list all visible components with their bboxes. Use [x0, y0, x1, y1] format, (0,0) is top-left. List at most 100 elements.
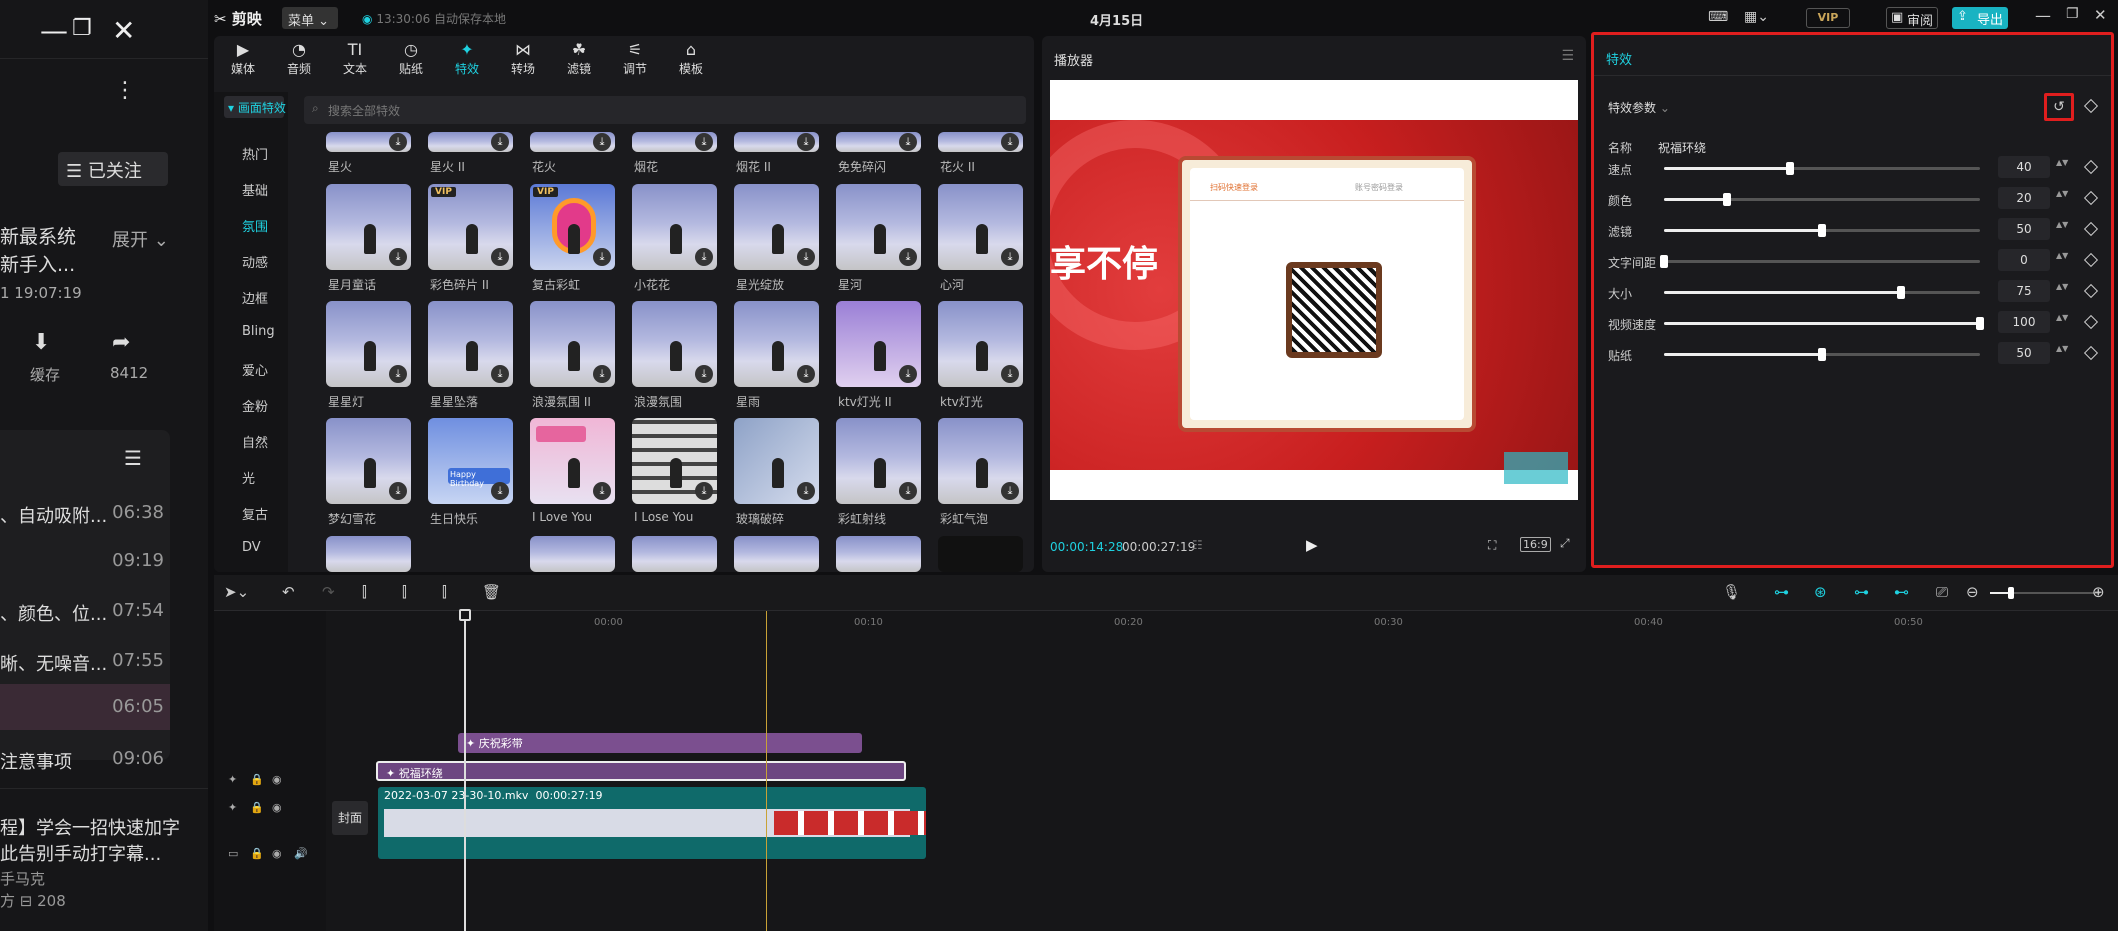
- keyframe-icon[interactable]: [2083, 221, 2099, 237]
- reset-button[interactable]: ↺: [2044, 93, 2074, 121]
- slider-handle[interactable]: [1976, 317, 1984, 330]
- layout-icon[interactable]: ▦⌄: [1744, 9, 1769, 25]
- effect-thumb[interactable]: ⤓: [428, 301, 513, 387]
- tab-adjust[interactable]: ⚟ 调节: [610, 40, 660, 77]
- effect-clip[interactable]: ✦ 庆祝彩带: [458, 733, 862, 753]
- visibility-icon[interactable]: ◉: [272, 847, 282, 860]
- zoom-in-icon[interactable]: ⊕: [2092, 583, 2105, 601]
- download-icon[interactable]: ⤓: [899, 482, 917, 500]
- param-slider[interactable]: [1660, 255, 1980, 268]
- stepper-icon[interactable]: ▲▼: [2056, 158, 2068, 167]
- param-value-input[interactable]: 75: [1998, 280, 2050, 302]
- download-icon[interactable]: ⤓: [491, 133, 509, 151]
- expand-icon[interactable]: ⤢: [1560, 536, 1570, 551]
- stepper-icon[interactable]: ▲▼: [2056, 282, 2068, 291]
- minimize-icon[interactable]: —: [40, 14, 68, 47]
- download-icon[interactable]: ⤓: [1001, 365, 1019, 383]
- effect-thumb[interactable]: ⤓: [530, 418, 615, 504]
- list-icon[interactable]: ☰: [124, 446, 142, 470]
- keyframe-icon[interactable]: [2083, 345, 2099, 361]
- select-tool-icon[interactable]: ➤⌄: [224, 583, 249, 601]
- tab-effects[interactable]: ✦ 特效: [442, 40, 492, 77]
- param-slider[interactable]: [1664, 286, 1980, 299]
- effect-thumb[interactable]: ⤓: [836, 418, 921, 504]
- linkage-icon[interactable]: ⊶: [1854, 583, 1869, 601]
- cover-button[interactable]: 封面: [332, 801, 368, 835]
- download-icon[interactable]: ⤓: [593, 248, 611, 266]
- visibility-icon[interactable]: ◉: [272, 773, 282, 786]
- effect-thumb[interactable]: ⤓: [734, 418, 819, 504]
- effect-thumb[interactable]: ⤓: [326, 132, 411, 152]
- preview-axis-icon[interactable]: ⊷: [1894, 583, 1909, 601]
- video-clip[interactable]: 2022-03-07 23-30-10.mkv 00:00:27:19: [378, 787, 926, 859]
- menu-button[interactable]: 菜单 ⌄: [282, 7, 338, 29]
- effect-thumb[interactable]: ⤓: [632, 132, 717, 152]
- expand-link[interactable]: 展开 ⌄: [112, 226, 169, 252]
- list-item[interactable]: 、颜色、位... 07:54: [0, 588, 170, 634]
- list-item-active[interactable]: 06:05: [0, 684, 170, 730]
- category-gold[interactable]: 金粉: [214, 396, 288, 415]
- param-slider[interactable]: [1664, 348, 1980, 361]
- download-icon[interactable]: ⤓: [389, 482, 407, 500]
- lock-icon[interactable]: 🔒: [250, 847, 264, 860]
- stepper-icon[interactable]: ▲▼: [2056, 189, 2068, 198]
- effect-thumb[interactable]: VIP ⤓: [530, 184, 615, 270]
- category-bling[interactable]: Bling: [214, 324, 288, 339]
- audio-mute-icon[interactable]: 🔊: [294, 847, 308, 860]
- effect-thumb[interactable]: Happy Birthday ⤓: [428, 418, 513, 504]
- close-icon[interactable]: ✕: [2094, 6, 2107, 24]
- effect-thumb[interactable]: [632, 536, 717, 572]
- playhead-handle[interactable]: [459, 609, 471, 621]
- minimize-icon[interactable]: —: [2035, 6, 2051, 25]
- effect-thumb[interactable]: ⤓: [530, 301, 615, 387]
- slider-handle[interactable]: [1818, 224, 1826, 237]
- download-icon[interactable]: ⤓: [491, 248, 509, 266]
- effect-thumb[interactable]: ⤓: [836, 132, 921, 152]
- stepper-icon[interactable]: ▲▼: [2056, 344, 2068, 353]
- stepper-icon[interactable]: ▲▼: [2056, 313, 2068, 322]
- keyframe-icon[interactable]: [2083, 314, 2099, 330]
- tab-template[interactable]: ⌂ 模板: [666, 40, 716, 77]
- screenshot-icon[interactable]: ⎚: [1936, 583, 1948, 601]
- effect-thumb[interactable]: ⤓: [938, 418, 1023, 504]
- param-slider[interactable]: [1664, 193, 1980, 206]
- tab-media[interactable]: ▶ 媒体: [218, 40, 268, 77]
- effects-params-label[interactable]: 特效参数 ⌄: [1608, 99, 1670, 116]
- download-icon[interactable]: ⤓: [491, 482, 509, 500]
- more-icon[interactable]: ⋮: [114, 78, 136, 103]
- ratio-button[interactable]: 16:9: [1520, 537, 1551, 552]
- download-icon[interactable]: ⤓: [695, 248, 713, 266]
- download-icon[interactable]: ⤓: [593, 482, 611, 500]
- close-icon[interactable]: ✕: [112, 14, 135, 47]
- tab-text[interactable]: TI 文本: [330, 40, 380, 77]
- effect-thumb[interactable]: [836, 536, 921, 572]
- tab-sticker[interactable]: ◷ 贴纸: [386, 40, 436, 77]
- download-icon[interactable]: ⤓: [797, 248, 815, 266]
- fullscreen-crop-icon[interactable]: ⛶: [1488, 538, 1496, 553]
- download-icon[interactable]: ⤓: [389, 133, 407, 151]
- download-icon[interactable]: ⤓: [593, 133, 611, 151]
- tab-filter[interactable]: ☘ 滤镜: [554, 40, 604, 77]
- split-icon[interactable]: ⫿: [362, 583, 367, 601]
- download-icon[interactable]: ⤓: [1001, 248, 1019, 266]
- redo-icon[interactable]: ↷: [322, 583, 335, 601]
- effect-thumb[interactable]: [938, 536, 1023, 572]
- effect-thumb[interactable]: ⤓: [836, 301, 921, 387]
- effect-clip-selected[interactable]: ✦ 祝福环绕: [376, 761, 906, 781]
- effect-thumb[interactable]: ⤓: [938, 301, 1023, 387]
- vip-badge[interactable]: VIP: [1806, 8, 1850, 28]
- download-icon[interactable]: ⤓: [797, 133, 815, 151]
- effect-thumb[interactable]: ⤓: [836, 184, 921, 270]
- param-value-input[interactable]: 50: [1998, 218, 2050, 240]
- param-slider[interactable]: [1664, 317, 1984, 330]
- category-light[interactable]: 光: [214, 468, 288, 487]
- download-icon[interactable]: ⤓: [1001, 482, 1019, 500]
- category-love[interactable]: 爱心: [214, 360, 288, 379]
- lock-icon[interactable]: 🔒: [250, 773, 264, 786]
- param-value-input[interactable]: 0: [1998, 249, 2050, 271]
- download-icon[interactable]: ⤓: [695, 365, 713, 383]
- effect-thumb[interactable]: ⤓: [530, 132, 615, 152]
- effect-thumb[interactable]: ⤓: [428, 132, 513, 152]
- category-dv[interactable]: DV: [214, 540, 288, 555]
- param-value-input[interactable]: 50: [1998, 342, 2050, 364]
